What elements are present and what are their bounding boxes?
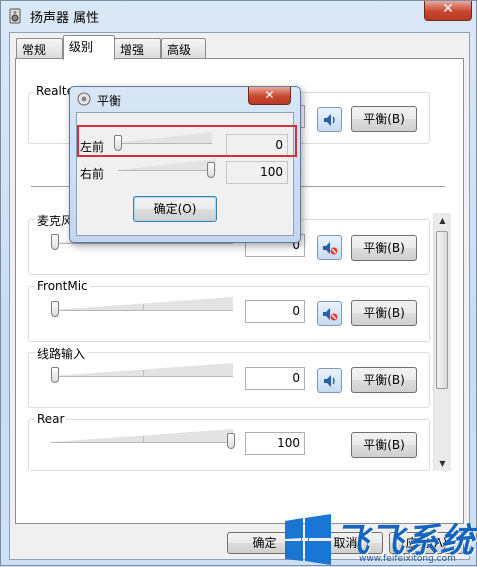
realtek-mute-button[interactable] (317, 107, 342, 132)
tab-advanced[interactable]: 高级 (161, 38, 206, 58)
speaker-volume-icon (324, 375, 335, 387)
right-front-value: 100 (226, 161, 288, 184)
linein-slider-track (51, 363, 233, 377)
rear-slider-track (51, 429, 233, 443)
speaker-muted-icon (323, 242, 338, 255)
frontmic-value[interactable]: 0 (245, 300, 305, 323)
mic-slider-thumb[interactable] (51, 234, 59, 250)
mic-balance-button[interactable]: 平衡(B) (351, 235, 417, 261)
frontmic-mute-button[interactable] (317, 301, 342, 326)
scrollbar-thumb[interactable] (436, 231, 448, 389)
tab-general[interactable]: 常规 (16, 38, 63, 58)
mic-mute-button[interactable] (317, 235, 342, 260)
linein-value[interactable]: 0 (245, 367, 305, 390)
right-front-slider-track (118, 159, 216, 171)
window-title: 扬声器 属性 (30, 11, 100, 26)
scroll-down-icon[interactable]: ▼ (434, 456, 451, 471)
right-front-label: 右前 (80, 167, 105, 181)
speaker-volume-icon (324, 114, 335, 126)
linein-mute-button[interactable] (317, 368, 342, 393)
close-button[interactable]: ✕ (424, 1, 472, 21)
vertical-scrollbar[interactable]: ▲ ▼ (433, 213, 451, 471)
linein-balance-button[interactable]: 平衡(B) (351, 367, 417, 393)
rear-value[interactable]: 100 (245, 432, 305, 455)
dialog-ok-button[interactable]: 确定(O) (133, 196, 217, 222)
properties-window: 扬声器 属性 ✕ 常规 级别 增强 高级 Realte 5 平衡(B) 麦克风 … (0, 0, 477, 566)
highlight-box (77, 125, 297, 157)
rear-slider-thumb[interactable] (227, 433, 235, 449)
scroll-up-icon[interactable]: ▲ (434, 213, 451, 228)
frontmic-label: FrontMic (35, 279, 90, 293)
rear-tick (143, 436, 144, 442)
linein-slider-thumb[interactable] (51, 367, 59, 383)
frontmic-slider-thumb[interactable] (51, 301, 59, 317)
linein-label: 线路输入 (35, 345, 88, 362)
rear-balance-button[interactable]: 平衡(B) (351, 432, 417, 458)
title-bar[interactable]: 扬声器 属性 ✕ (1, 1, 477, 31)
rear-label: Rear (35, 412, 67, 426)
watermark-url: www.feifeixitong.com (359, 554, 456, 564)
dialog-close-button[interactable]: ✕ (248, 87, 291, 105)
tab-levels[interactable]: 级别 (63, 35, 115, 60)
right-front-slider-thumb[interactable] (207, 162, 215, 178)
speaker-icon (77, 92, 91, 106)
speaker-muted-icon (323, 308, 338, 321)
linein-tick (143, 370, 144, 376)
realtek-balance-button[interactable]: 平衡(B) (351, 106, 417, 132)
frontmic-tick (143, 304, 144, 310)
speaker-icon (9, 8, 21, 24)
tab-enhancements[interactable]: 增强 (114, 38, 161, 58)
dialog-title: 平衡 (97, 94, 122, 108)
frontmic-balance-button[interactable]: 平衡(B) (351, 300, 417, 326)
frontmic-slider-track (51, 297, 233, 311)
